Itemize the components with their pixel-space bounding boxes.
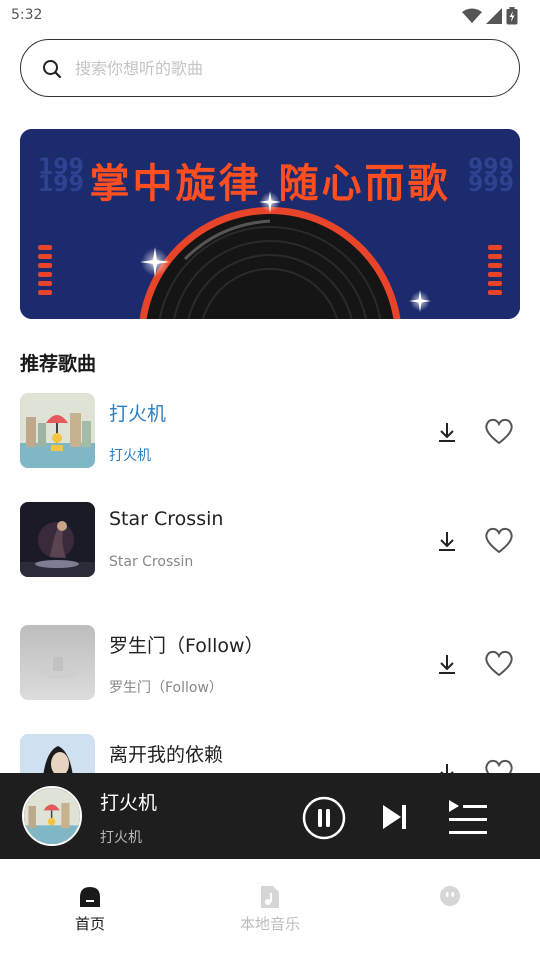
status-time: 5:32 bbox=[11, 7, 43, 23]
now-playing-bar[interactable]: 打火机 打火机 bbox=[0, 773, 540, 859]
search-input[interactable] bbox=[75, 50, 495, 86]
nav-local-music[interactable]: 本地音乐 bbox=[210, 885, 330, 945]
song-cover bbox=[20, 625, 95, 700]
heart-icon[interactable] bbox=[482, 647, 516, 679]
download-icon[interactable] bbox=[432, 526, 462, 556]
song-artist: Star Crossin bbox=[109, 554, 194, 570]
pause-icon[interactable] bbox=[301, 795, 347, 841]
banner-headline: 掌中旋律 随心而歌 bbox=[89, 161, 451, 207]
cell-signal-icon bbox=[486, 8, 502, 24]
now-playing-title: 打火机 bbox=[100, 792, 158, 814]
skip-next-icon[interactable] bbox=[380, 802, 410, 832]
status-icons bbox=[462, 6, 518, 26]
battery-icon bbox=[506, 7, 518, 25]
now-playing-cover[interactable] bbox=[22, 786, 82, 846]
song-row[interactable]: Star Crossin Star Crossin bbox=[20, 502, 520, 582]
section-title: 推荐歌曲 bbox=[20, 353, 97, 375]
nav-home-label: 首页 bbox=[74, 915, 105, 933]
local-music-icon bbox=[261, 886, 279, 908]
promo-banner[interactable]: 199 999 199 999 掌中旋律 随心而歌 bbox=[20, 129, 520, 319]
heart-icon[interactable] bbox=[482, 415, 516, 447]
wifi-icon bbox=[462, 8, 482, 23]
song-row[interactable]: 罗生门（Follow） 罗生门（Follow） bbox=[20, 625, 520, 705]
status-bar: 5:32 bbox=[0, 0, 540, 32]
song-artist: 打火机 bbox=[109, 448, 151, 464]
nav-home[interactable]: 首页 bbox=[30, 885, 150, 945]
song-title: 罗生门（Follow） bbox=[109, 635, 264, 657]
song-title: Star Crossin bbox=[109, 508, 224, 530]
song-title: 打火机 bbox=[109, 403, 167, 425]
home-icon bbox=[80, 887, 100, 907]
search-icon bbox=[43, 60, 62, 79]
playlist-icon[interactable] bbox=[447, 798, 489, 838]
song-artist: 罗生门（Follow） bbox=[109, 680, 223, 696]
heart-icon[interactable] bbox=[482, 524, 516, 556]
profile-icon bbox=[440, 886, 460, 906]
song-row[interactable]: 打火机 打火机 bbox=[20, 393, 520, 473]
song-title: 离开我的依赖 bbox=[109, 744, 224, 766]
bottom-nav: 首页 本地音乐 bbox=[0, 859, 540, 960]
song-cover bbox=[20, 393, 95, 468]
now-playing-artist: 打火机 bbox=[100, 830, 142, 846]
nav-profile[interactable] bbox=[390, 885, 510, 945]
download-icon[interactable] bbox=[432, 417, 462, 447]
search-bar[interactable] bbox=[20, 39, 520, 97]
nav-local-music-label: 本地音乐 bbox=[239, 915, 300, 933]
download-icon[interactable] bbox=[432, 649, 462, 679]
song-cover bbox=[20, 502, 95, 577]
